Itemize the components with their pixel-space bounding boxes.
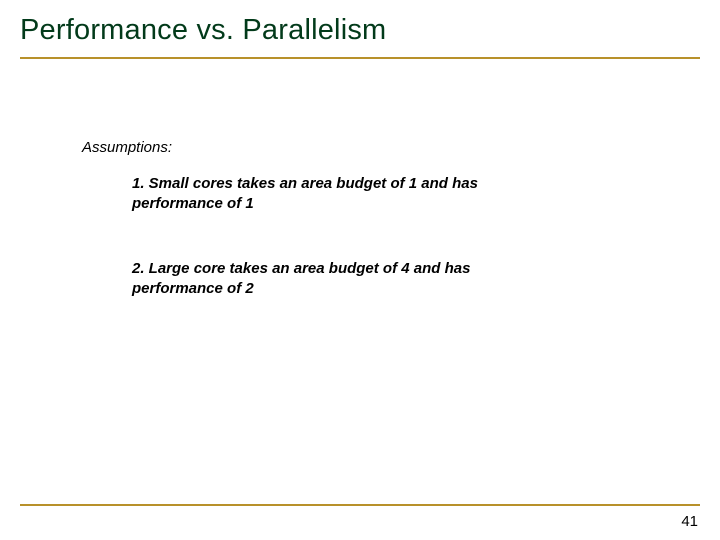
slide-content: Assumptions: 1. Small cores takes an are…: [20, 59, 700, 299]
assumptions-heading: Assumptions:: [82, 139, 700, 156]
slide-container: Performance vs. Parallelism Assumptions:…: [0, 0, 720, 540]
assumption-1: 1. Small cores takes an area budget of 1…: [132, 174, 532, 215]
assumption-2: 2. Large core takes an area budget of 4 …: [132, 259, 532, 300]
page-number: 41: [681, 513, 698, 530]
footer-divider: [20, 504, 700, 506]
slide-title: Performance vs. Parallelism: [20, 14, 700, 47]
